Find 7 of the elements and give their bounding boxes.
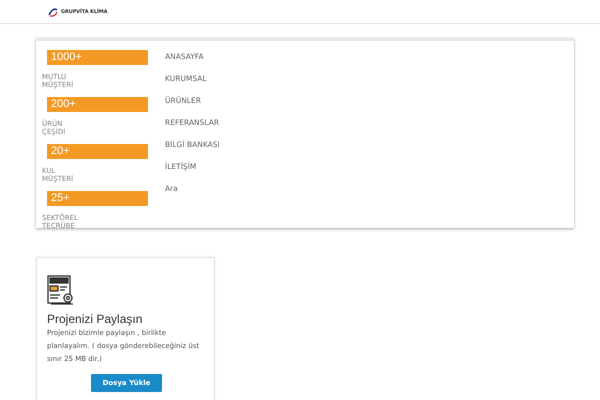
card-title: Projenizi Paylaşın	[47, 312, 144, 326]
stat-bar: 20+	[47, 144, 148, 159]
project-document-icon	[47, 275, 75, 306]
stat-bar: 1000+	[47, 50, 148, 65]
stat-bar: 200+	[47, 97, 148, 112]
stat-bar: 25+	[47, 191, 148, 206]
logo-swirl-icon	[47, 6, 59, 18]
